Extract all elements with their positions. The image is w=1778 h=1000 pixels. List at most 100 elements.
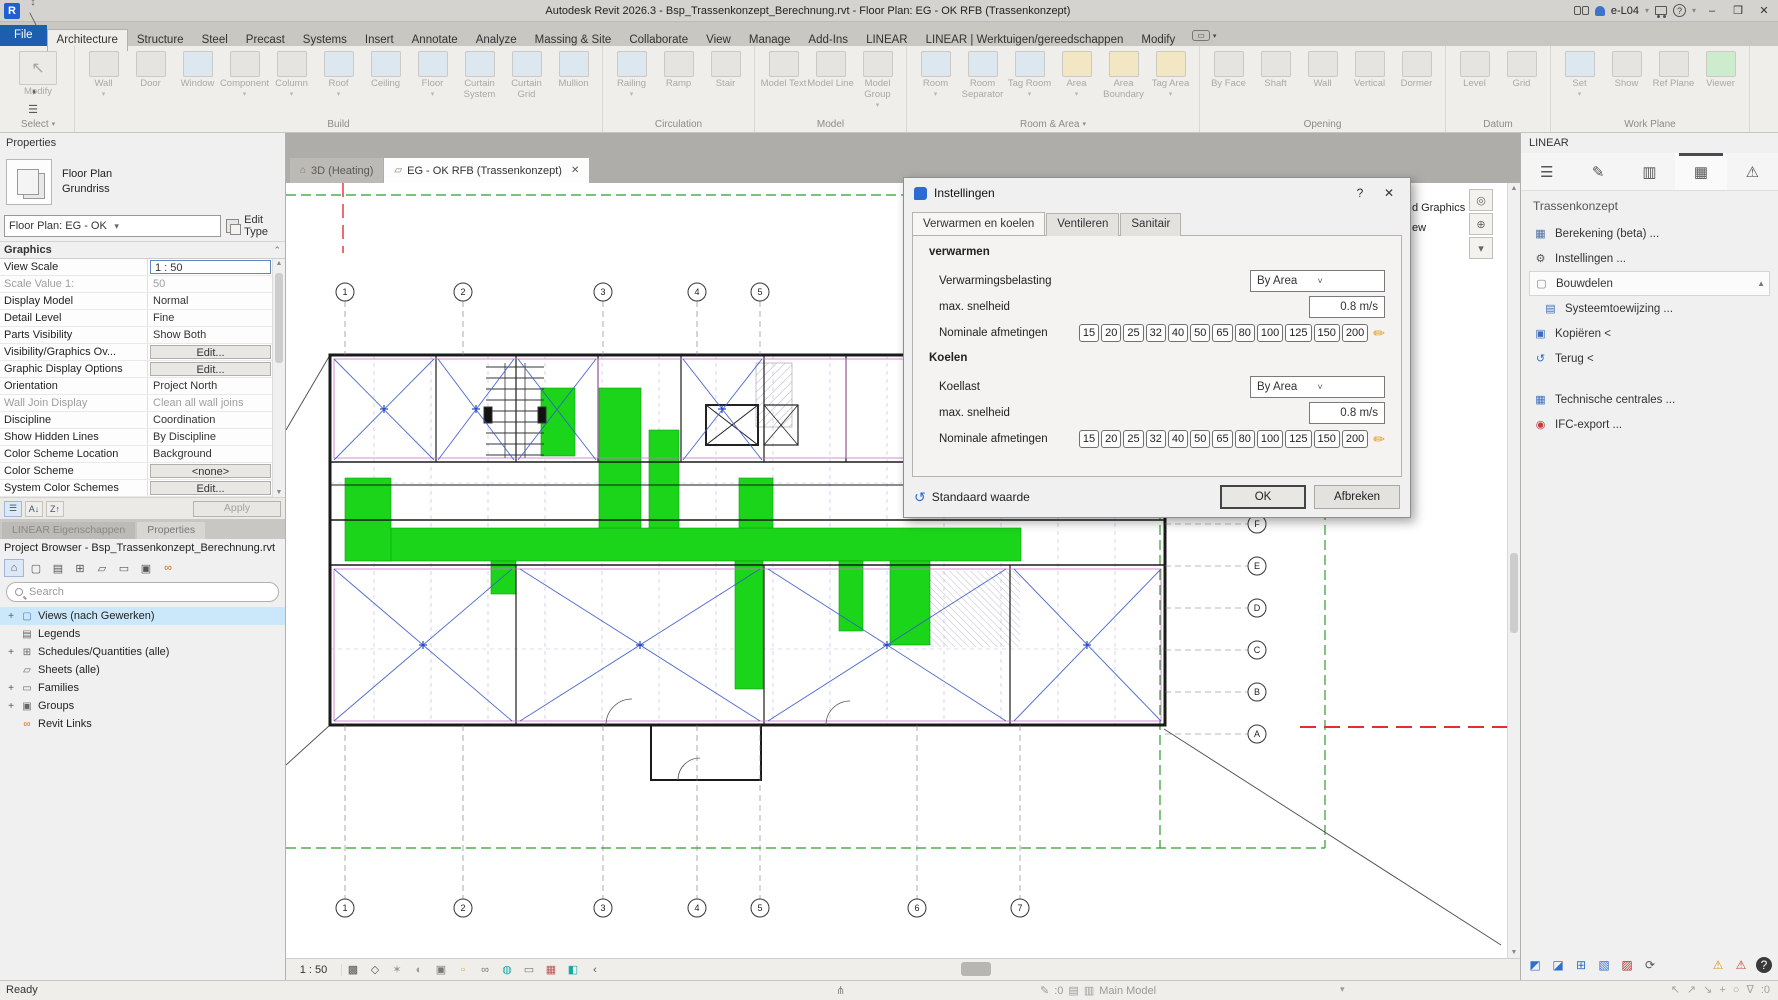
edit-type-label[interactable]: Edit Type	[244, 214, 281, 238]
ribbon-button[interactable]: Room▾	[912, 48, 959, 98]
minimize-button[interactable]: –	[1702, 5, 1722, 17]
home-view-icon[interactable]: ⌂	[4, 559, 24, 577]
ribbon-button[interactable]: Floor▾	[409, 48, 456, 98]
shadows-icon[interactable]: ◐	[408, 961, 430, 979]
file-tab[interactable]: File	[0, 25, 47, 46]
editable-only-icon[interactable]: ✎	[1040, 984, 1049, 997]
nominal-size-chip[interactable]: 200	[1342, 324, 1368, 342]
property-row[interactable]: Show Hidden LinesBy Discipline	[0, 429, 285, 446]
views-icon[interactable]: ▢	[26, 559, 46, 577]
collapse-caret-icon[interactable]: ▲	[1757, 279, 1765, 288]
expander[interactable]: +	[6, 701, 16, 712]
edit-pencil-icon[interactable]: ✏	[1373, 431, 1385, 448]
tree-item[interactable]: ▱Sheets (alle)	[0, 661, 285, 679]
groups-icon[interactable]: ▣	[136, 559, 156, 577]
linear-command[interactable]: ▣Kopiëren <	[1529, 321, 1770, 346]
nominal-size-chip[interactable]: 25	[1123, 430, 1143, 448]
property-row[interactable]: Parts VisibilityShow Both	[0, 327, 285, 344]
tab-properties[interactable]: Properties	[137, 522, 205, 539]
warning-red-icon[interactable]: ⚠	[1733, 957, 1749, 973]
ribbon-button[interactable]: Curtain System	[456, 48, 503, 101]
steering-wheel-button[interactable]: ◎	[1469, 189, 1493, 211]
ribbon-button[interactable]: Area▾	[1053, 48, 1100, 98]
dialog-title-bar[interactable]: Instellingen ? ✕	[904, 178, 1410, 208]
search-input[interactable]: Search	[6, 582, 279, 602]
tree-item[interactable]: ∞Revit Links	[0, 715, 285, 733]
ribbon-button[interactable]: Level	[1451, 48, 1498, 90]
verwarmingsbelasting-dropdown[interactable]: By Area˅	[1250, 270, 1385, 292]
ribbon-button[interactable]: Room Separator	[959, 48, 1006, 101]
max-snelheid-koelen-input[interactable]: 0.8 m/s	[1309, 402, 1385, 424]
edit-type-icon[interactable]	[226, 219, 239, 233]
ribbon-button[interactable]: Model Text	[760, 48, 807, 90]
select-links-icon[interactable]: ↖	[1671, 983, 1680, 996]
design-options-icon[interactable]: ▥	[1084, 984, 1094, 997]
nominal-size-chip[interactable]: 20	[1101, 430, 1121, 448]
close-view-icon[interactable]: ✕	[571, 165, 579, 176]
collapse-icon[interactable]: ‹	[584, 961, 606, 979]
tree-item[interactable]: +⊞Schedules/Quantities (alle)	[0, 643, 285, 661]
menu-icon[interactable]: ☰	[1521, 153, 1572, 190]
legends-icon[interactable]: ▤	[48, 559, 68, 577]
warning-orange-icon[interactable]: ⚠	[1710, 957, 1726, 973]
worksharing-status-icon[interactable]: ⋔	[836, 984, 845, 997]
property-row[interactable]: Detail LevelFine	[0, 310, 285, 327]
nominal-size-chip[interactable]: 40	[1168, 324, 1188, 342]
signed-in-user[interactable]: e-L04	[1611, 5, 1639, 17]
linear-connect-icon[interactable]: ⊞	[1573, 957, 1589, 973]
property-row[interactable]: System Color SchemesEdit...	[0, 480, 285, 497]
ribbon-button[interactable]: Wall▾	[80, 48, 127, 98]
ribbon-button[interactable]: Tag Room▾	[1006, 48, 1053, 98]
nominal-size-chip[interactable]: 80	[1235, 324, 1255, 342]
linear-command[interactable]: ▦Berekening (beta) ...	[1529, 221, 1770, 246]
user-avatar-icon[interactable]	[1595, 6, 1605, 16]
ribbon-button[interactable]: Show	[1603, 48, 1650, 90]
ribbon-button[interactable]: Modify	[7, 48, 69, 98]
design-options-icon[interactable]: ▤	[1068, 984, 1078, 997]
linear-command[interactable]: ⚙Instellingen ...	[1529, 246, 1770, 271]
ribbon-button[interactable]: Wall	[1299, 48, 1346, 90]
nominal-size-chip[interactable]: 80	[1235, 430, 1255, 448]
dialog-tab[interactable]: Ventileren	[1046, 213, 1119, 236]
nominal-size-chip[interactable]: 65	[1212, 430, 1232, 448]
nominal-size-chip[interactable]: 32	[1146, 430, 1166, 448]
view-tab[interactable]: ▱EG - OK RFB (Trassenkonzept)✕	[384, 158, 589, 183]
property-row[interactable]: OrientationProject North	[0, 378, 285, 395]
type-selector[interactable]: Floor Plan: EG - OK RFB (Trassenkonze▾	[4, 215, 221, 237]
nominal-size-chip[interactable]: 20	[1101, 324, 1121, 342]
ribbon-button[interactable]: Viewer	[1697, 48, 1744, 90]
ribbon-button[interactable]: Window	[174, 48, 221, 90]
property-row[interactable]: Scale Value 1:50	[0, 276, 285, 293]
select-by-face-icon[interactable]: +	[1719, 984, 1725, 996]
nominal-size-chip[interactable]: 125	[1285, 324, 1311, 342]
calculator-icon[interactable]: ▦	[1675, 153, 1726, 190]
tree-item[interactable]: +▭Families	[0, 679, 285, 697]
families-icon[interactable]: ▭	[114, 559, 134, 577]
linear-command[interactable]: ▢Bouwdelen▲	[1529, 271, 1770, 296]
max-snelheid-input[interactable]: 0.8 m/s	[1309, 296, 1385, 318]
edit-icon[interactable]: ✎	[1572, 153, 1623, 190]
tree-item[interactable]: +▣Groups	[0, 697, 285, 715]
expander[interactable]: +	[6, 683, 16, 694]
property-row[interactable]: Graphic Display OptionsEdit...	[0, 361, 285, 378]
select-pinned-icon[interactable]: ↘	[1703, 983, 1712, 996]
worksharing-display-icon[interactable]: ▦	[540, 961, 562, 979]
scale-button[interactable]: 1 : 50	[286, 964, 342, 976]
tree-item[interactable]: ▤Legends	[0, 625, 285, 643]
nominal-size-chip[interactable]: 50	[1190, 430, 1210, 448]
nominal-size-chip[interactable]: 200	[1342, 430, 1368, 448]
close-button[interactable]: ✕	[1754, 4, 1774, 17]
ribbon-button[interactable]: Mullion	[550, 48, 597, 90]
crop-region-icon[interactable]: ▫	[452, 961, 474, 979]
properties-scrollbar[interactable]: ▲▼	[272, 259, 285, 497]
nominal-size-chip[interactable]: 15	[1079, 324, 1099, 342]
visual-style-icon[interactable]: ◇	[364, 961, 386, 979]
search-icon[interactable]	[1574, 6, 1589, 15]
linear-pick-icon[interactable]: ◩	[1527, 957, 1543, 973]
reveal-hidden-icon[interactable]: ∞	[474, 961, 496, 979]
ribbon-button[interactable]: Vertical	[1346, 48, 1393, 90]
linear-command[interactable]: ◉IFC-export ...	[1529, 412, 1770, 437]
ribbon-button[interactable]: Model Group▾	[854, 48, 901, 109]
crop-view-icon[interactable]: ▣	[430, 961, 452, 979]
sort-ascending-icon[interactable]: A↓	[25, 501, 43, 517]
